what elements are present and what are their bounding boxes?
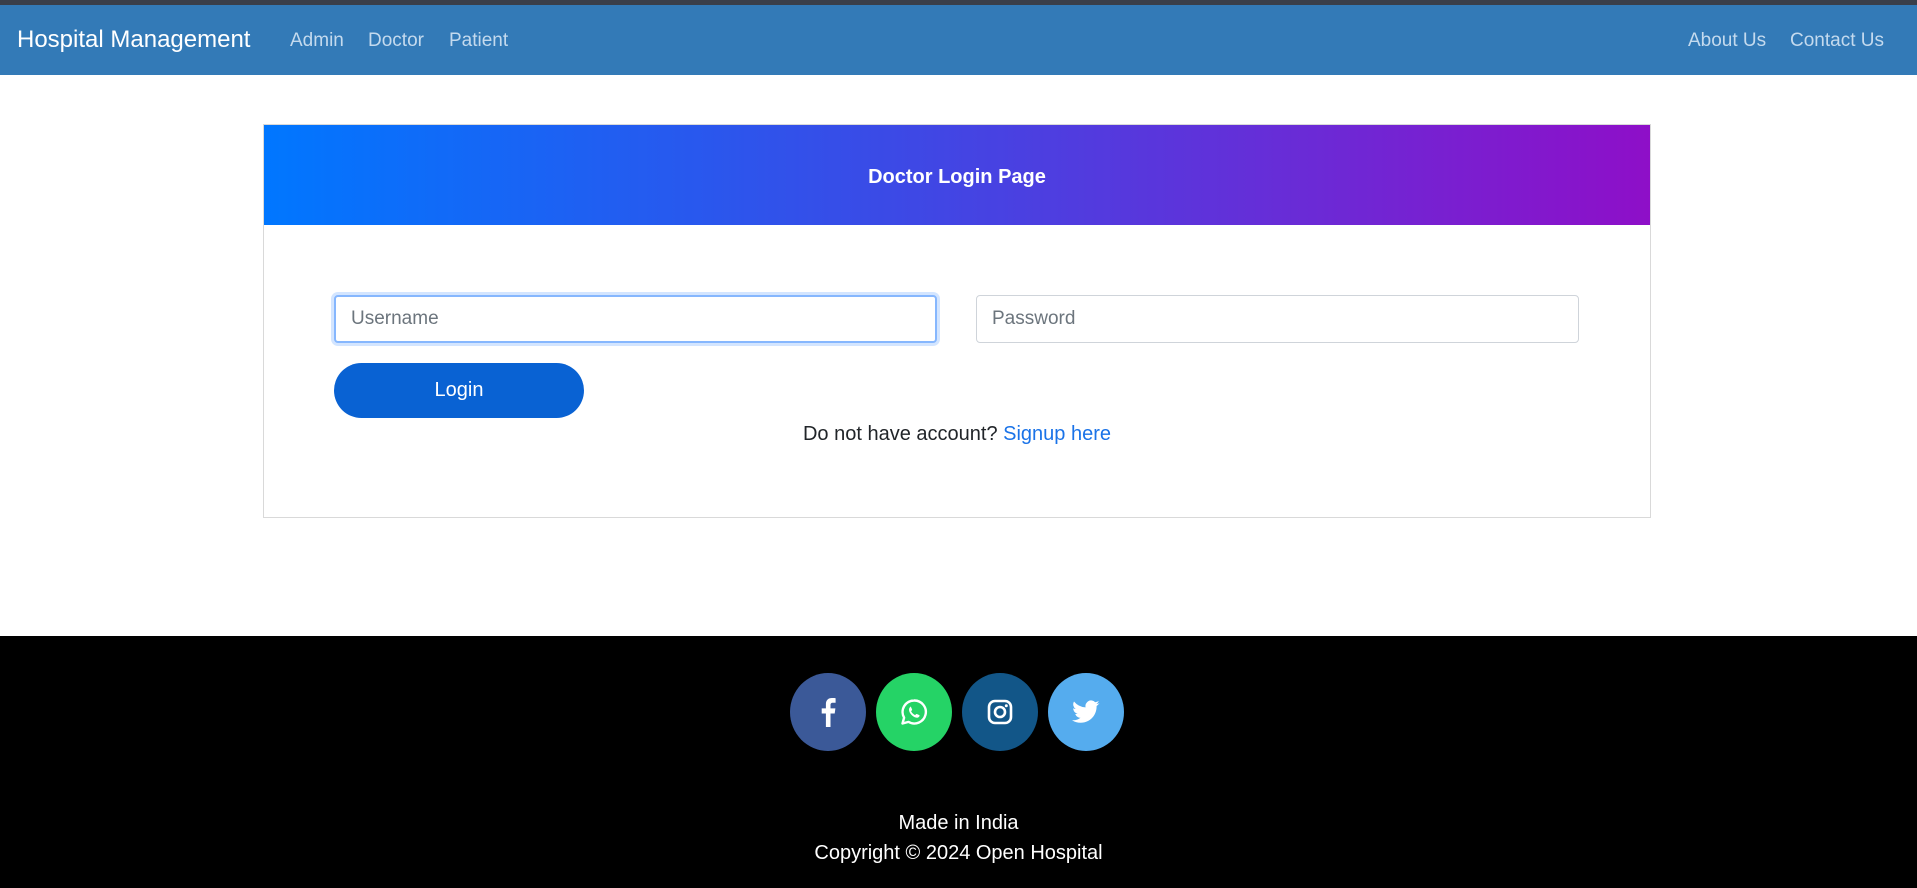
instagram-icon: [987, 699, 1013, 725]
nav-link-admin[interactable]: Admin: [290, 5, 344, 75]
nav-link-patient[interactable]: Patient: [449, 5, 508, 75]
twitter-icon: [1072, 700, 1100, 723]
twitter-button[interactable]: [1048, 673, 1124, 751]
nav-link-contact-us[interactable]: Contact Us: [1790, 5, 1884, 75]
nav-link-about-us[interactable]: About Us: [1688, 5, 1766, 75]
signup-prompt-line: Do not have account? Signup here: [264, 423, 1650, 446]
signup-prompt-text: Do not have account?: [802, 423, 998, 445]
footer: Made in India Copyright © 2024 Open Hosp…: [0, 636, 1917, 888]
password-input[interactable]: [976, 295, 1579, 343]
nav-link-doctor[interactable]: Doctor: [368, 5, 424, 75]
navbar: Hospital Management Admin Doctor Patient…: [0, 5, 1917, 75]
navbar-brand[interactable]: Hospital Management: [17, 5, 250, 75]
login-button[interactable]: Login: [334, 363, 584, 418]
whatsapp-icon: [901, 699, 928, 725]
login-card: Doctor Login Page Login Do not have acco…: [263, 124, 1651, 518]
signup-link[interactable]: Signup here: [1003, 423, 1111, 445]
made-in-text: Made in India: [898, 812, 1019, 834]
facebook-icon: [821, 698, 836, 727]
whatsapp-button[interactable]: [876, 673, 952, 751]
copyright-text: Copyright © 2024 Open Hospital: [814, 842, 1103, 864]
username-input[interactable]: [334, 295, 937, 343]
card-title: Doctor Login Page: [264, 125, 1650, 225]
instagram-button[interactable]: [962, 673, 1038, 751]
facebook-button[interactable]: [790, 673, 866, 751]
